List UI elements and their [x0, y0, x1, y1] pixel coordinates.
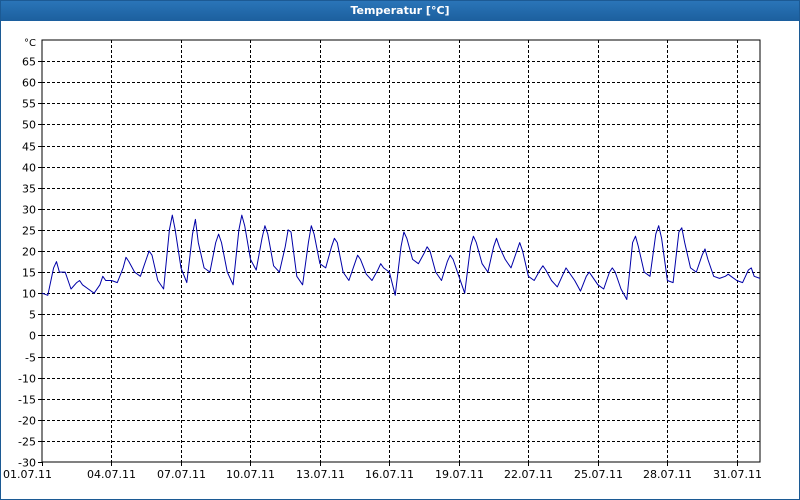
x-tick-label: 04.07.11 — [87, 468, 136, 481]
y-tick-label: 55 — [22, 98, 36, 111]
y-tick-label: -25 — [18, 436, 36, 449]
x-tick-label: 22.07.11 — [504, 468, 553, 481]
y-tick-label: 10 — [22, 288, 36, 301]
window-title: Temperatur [°C] — [1, 1, 799, 21]
y-tick-label: 35 — [22, 183, 36, 196]
temperature-chart: -30-25-20-15-10-505101520253035404550556… — [3, 38, 762, 481]
y-tick-label: 60 — [22, 77, 36, 90]
x-tick-label: 10.07.11 — [226, 468, 275, 481]
x-tick-label: 19.07.11 — [435, 468, 484, 481]
y-tick-label: 45 — [22, 141, 36, 154]
x-tick-label: 16.07.11 — [365, 468, 414, 481]
y-tick-label: 40 — [22, 162, 36, 175]
y-tick-label: 65 — [22, 56, 36, 69]
x-tick-label: 07.07.11 — [157, 468, 206, 481]
x-tick-label: 25.07.11 — [574, 468, 623, 481]
x-tick-label: 31.07.11 — [713, 468, 762, 481]
y-tick-label: 25 — [22, 225, 36, 238]
y-tick-label: -10 — [18, 373, 36, 386]
x-tick-label: 01.07.11 — [3, 468, 52, 481]
y-tick-label: 50 — [22, 119, 36, 132]
y-tick-label: -15 — [18, 394, 36, 407]
y-axis-unit: °C — [24, 38, 36, 49]
y-tick-label: 20 — [22, 246, 36, 259]
x-tick-label: 28.07.11 — [643, 468, 692, 481]
x-tick-label: 13.07.11 — [296, 468, 345, 481]
y-tick-label: 0 — [29, 330, 36, 343]
chart-window: Temperatur [°C] -30 -25 -20 -15 -10 -5 0 5 10 15 2… — [0, 0, 800, 500]
y-tick-label: 15 — [22, 267, 36, 280]
y-tick-label: 5 — [29, 309, 36, 322]
y-tick-label: -5 — [25, 352, 36, 365]
y-tick-label: -20 — [18, 415, 36, 428]
y-tick-label: 30 — [22, 204, 36, 217]
